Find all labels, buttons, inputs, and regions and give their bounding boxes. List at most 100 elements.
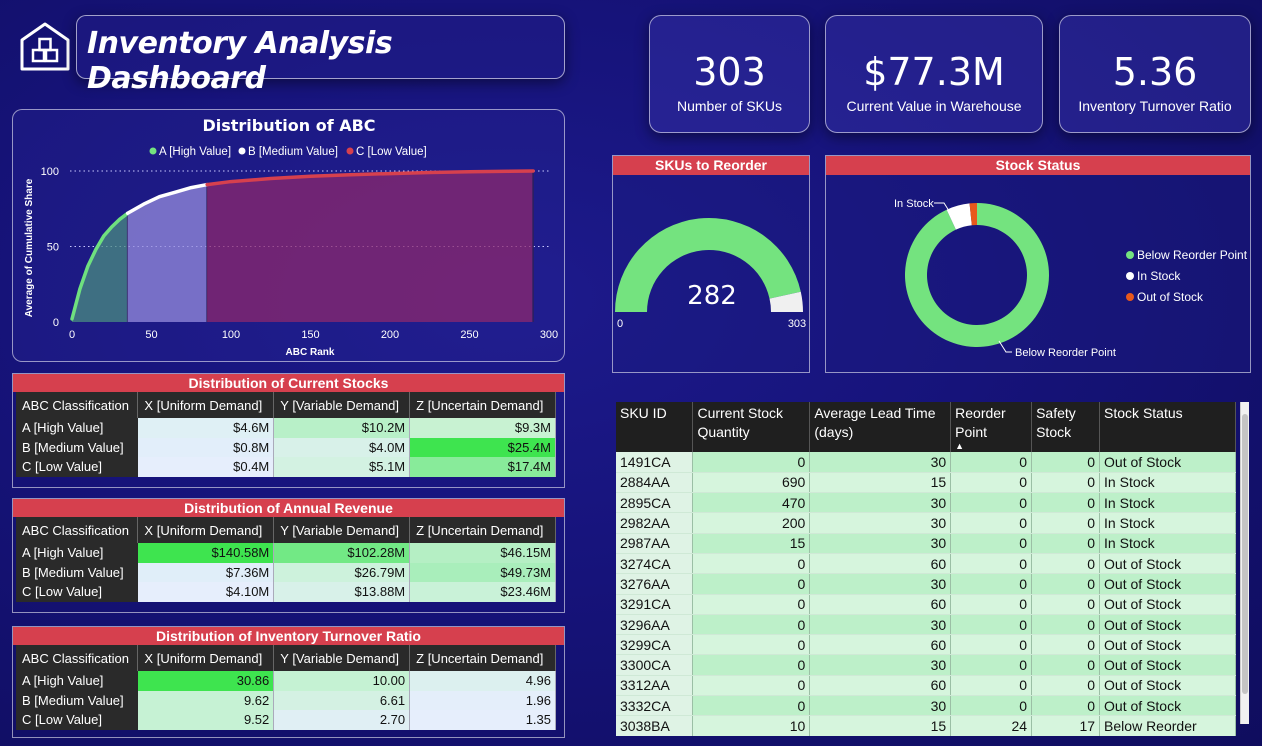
table-row[interactable]: 2982AA 200 30 0 0 In Stock <box>616 512 1236 534</box>
matrix-row-label: C [Low Value] <box>16 582 138 602</box>
table-row[interactable]: 2987AA 15 30 0 0 In Stock <box>616 533 1236 554</box>
kpi-card-turnover[interactable]: 5.36 Inventory Turnover Ratio <box>1059 15 1251 133</box>
table-row[interactable]: 1491CA 0 30 0 0 Out of Stock <box>616 452 1236 473</box>
matrix-cell[interactable]: $0.8M <box>137 437 275 457</box>
sku-column-header[interactable]: Stock Status <box>1099 402 1236 452</box>
matrix-cell[interactable]: 1.35 <box>409 710 556 730</box>
sku-cell: 60 <box>809 634 952 656</box>
matrix-cell[interactable]: 9.62 <box>137 690 275 710</box>
matrix-cell[interactable]: 10.00 <box>273 671 411 691</box>
chart-legend[interactable]: A [High Value] B [Medium Value] C [Low V… <box>149 146 427 158</box>
table-row[interactable]: 3312AA 0 60 0 0 Out of Stock <box>616 675 1236 697</box>
matrix-cell[interactable]: 6.61 <box>273 690 411 710</box>
sku-column-header-label: Average Lead Time (days) <box>814 405 936 440</box>
sku-table-scrollbar[interactable] <box>1240 402 1249 724</box>
matrix-cell[interactable]: $140.58M <box>137 543 275 563</box>
sku-cell: In Stock <box>1099 472 1236 494</box>
sku-column-header[interactable]: Current Stock Quantity <box>692 402 811 452</box>
reorder-gauge-panel[interactable]: SKUs to Reorder 282 0 303 <box>612 155 810 373</box>
callout-below: Below Reorder Point <box>1015 347 1116 359</box>
matrix-column-header[interactable]: X [Uniform Demand] <box>137 392 275 418</box>
matrix-column-header[interactable]: Z [Uncertain Demand] <box>409 392 556 418</box>
sku-cell: 3312AA <box>616 675 694 697</box>
matrix-cell[interactable]: $9.3M <box>409 418 556 438</box>
matrix-cell[interactable]: $102.28M <box>273 543 411 563</box>
matrix-cell[interactable]: $26.79M <box>273 562 411 582</box>
matrix-column-header[interactable]: Y [Variable Demand] <box>273 392 411 418</box>
matrix-row: C [Low Value] $0.4M $5.1M $17.4M <box>16 457 556 477</box>
matrix-cell[interactable]: 2.70 <box>273 710 411 730</box>
sku-table[interactable]: SKU ID Current Stock Quantity Average Lead… <box>616 402 1236 736</box>
matrix-cell[interactable]: 4.96 <box>409 671 556 691</box>
sku-cell: 0 <box>692 573 811 595</box>
sku-cell: Out of Stock <box>1099 675 1236 697</box>
abc-chart-panel[interactable]: Distribution of ABC A [High Value] B [Me… <box>12 109 565 362</box>
table-row[interactable]: 2895CA 470 30 0 0 In Stock <box>616 492 1236 514</box>
x-tick-label: 50 <box>145 329 157 341</box>
matrix-cell[interactable]: $25.4M <box>409 437 556 457</box>
matrix-column-header[interactable]: X [Uniform Demand] <box>137 517 275 543</box>
matrix-column-header[interactable]: Z [Uncertain Demand] <box>409 517 556 543</box>
matrix-cell[interactable]: $4.6M <box>137 418 275 438</box>
matrix-cell[interactable]: $5.1M <box>273 457 411 477</box>
table-row[interactable]: 3276AA 0 30 0 0 Out of Stock <box>616 573 1236 595</box>
table-row[interactable]: 3296AA 0 30 0 0 Out of Stock <box>616 614 1236 636</box>
stocks-table-title: Distribution of Current Stocks <box>13 374 564 392</box>
sku-cell: 470 <box>692 492 811 514</box>
matrix-cell[interactable]: $49.73M <box>409 562 556 582</box>
sku-column-header[interactable]: SKU ID <box>616 402 694 452</box>
sku-table-panel[interactable]: SKU ID Current Stock Quantity Average Lead… <box>616 402 1238 736</box>
table-row[interactable]: 3291CA 0 60 0 0 Out of Stock <box>616 594 1236 615</box>
table-row[interactable]: 3300CA 0 30 0 0 Out of Stock <box>616 654 1236 676</box>
matrix-cell[interactable]: $17.4M <box>409 457 556 477</box>
stock-status-panel[interactable]: Stock Status In Stock Below Reorder Poin… <box>825 155 1251 373</box>
sku-cell: 2982AA <box>616 512 694 534</box>
matrix-column-header[interactable]: ABC Classification <box>16 517 139 543</box>
sku-cell: 17 <box>1031 715 1101 736</box>
scrollbar-thumb[interactable] <box>1242 414 1248 694</box>
sku-cell: Out of Stock <box>1099 452 1236 473</box>
area-series-a[interactable] <box>72 213 128 322</box>
y-tick-label: 100 <box>41 166 59 178</box>
table-row[interactable]: 3038BA 10 15 24 17 Below Reorder <box>616 715 1236 736</box>
table-row[interactable]: 3274CA 0 60 0 0 Out of Stock <box>616 553 1236 575</box>
sku-cell: In Stock <box>1099 533 1236 554</box>
revenue-matrix[interactable]: ABC Classification X [Uniform Demand] Y [V… <box>16 517 556 602</box>
matrix-cell[interactable]: $7.36M <box>137 562 275 582</box>
sku-cell: 2884AA <box>616 472 694 494</box>
matrix-cell[interactable]: $10.2M <box>273 418 411 438</box>
stocks-matrix[interactable]: ABC Classification X [Uniform Demand] Y [V… <box>16 392 556 477</box>
sku-column-header[interactable]: Average Lead Time (days) <box>809 402 952 452</box>
sku-cell: 3274CA <box>616 553 694 575</box>
matrix-column-header[interactable]: ABC Classification <box>16 392 139 418</box>
matrix-column-header[interactable]: Y [Variable Demand] <box>273 517 411 543</box>
matrix-cell[interactable]: $13.88M <box>273 582 411 602</box>
kpi-card-skus[interactable]: 303 Number of SKUs <box>649 15 810 133</box>
kpi-label: Current Value in Warehouse <box>846 98 1022 114</box>
matrix-cell[interactable]: 30.86 <box>137 671 275 691</box>
matrix-cell[interactable]: $4.0M <box>273 437 411 457</box>
table-row[interactable]: 3299CA 0 60 0 0 Out of Stock <box>616 634 1236 656</box>
matrix-column-header[interactable]: Z [Uncertain Demand] <box>409 645 556 671</box>
sku-column-header[interactable]: Safety Stock <box>1031 402 1101 452</box>
area-series-c[interactable] <box>207 171 534 322</box>
kpi-card-current-value[interactable]: $77.3M Current Value in Warehouse <box>825 15 1043 133</box>
matrix-cell[interactable]: $46.15M <box>409 543 556 563</box>
matrix-column-header[interactable]: Y [Variable Demand] <box>273 645 411 671</box>
matrix-cell[interactable]: $23.46M <box>409 582 556 602</box>
turnover-matrix[interactable]: ABC Classification X [Uniform Demand] Y [V… <box>16 645 556 730</box>
sku-cell: 3291CA <box>616 594 694 615</box>
sku-cell: 0 <box>692 654 811 676</box>
matrix-cell[interactable]: $0.4M <box>137 457 275 477</box>
sku-cell: 0 <box>950 472 1033 494</box>
matrix-cell[interactable]: 1.96 <box>409 690 556 710</box>
plot-area: 0 50 100 0 50 100 150 200 250 300 <box>41 166 559 341</box>
matrix-column-header[interactable]: X [Uniform Demand] <box>137 645 275 671</box>
matrix-cell[interactable]: $4.10M <box>137 582 275 602</box>
table-row[interactable]: 3332CA 0 30 0 0 Out of Stock <box>616 695 1236 717</box>
table-row[interactable]: 2884AA 690 15 0 0 In Stock <box>616 472 1236 494</box>
matrix-cell[interactable]: 9.52 <box>137 710 275 730</box>
matrix-column-header[interactable]: ABC Classification <box>16 645 139 671</box>
sku-column-header[interactable]: Reorder Point ▲ <box>950 402 1033 452</box>
donut-legend[interactable]: Below Reorder Point In Stock Out of Stoc… <box>1126 248 1248 304</box>
